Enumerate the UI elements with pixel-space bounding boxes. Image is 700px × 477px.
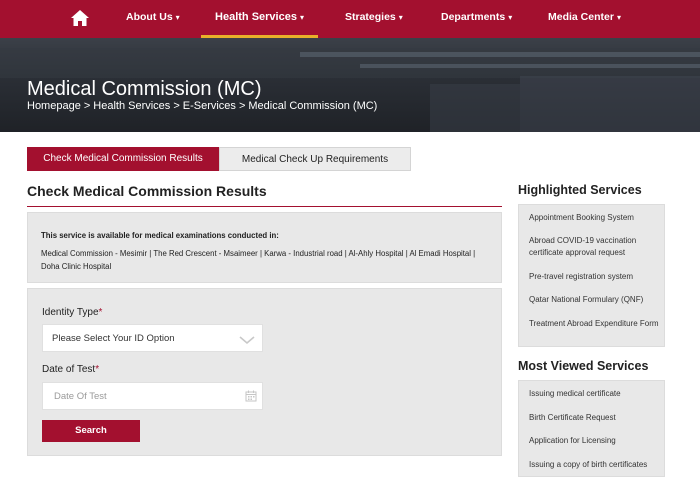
identity-type-label: Identity Type* [42, 307, 102, 318]
nav-item-health-services[interactable]: Health Services ▾ [201, 0, 318, 38]
highlighted-service-link[interactable]: Treatment Abroad Expenditure Form [529, 318, 659, 330]
chevron-down-icon: ▾ [616, 13, 621, 22]
identity-type-label-text: Identity Type [42, 307, 99, 318]
breadcrumb: Homepage > Health Services > E-Services > Medi… [27, 100, 377, 112]
chevron-down-icon: ▾ [175, 13, 180, 22]
breadcrumb-link-health-services[interactable]: Health Services [93, 100, 170, 112]
breadcrumb-current: Medical Commission (MC) [248, 100, 378, 112]
highlighted-services-list: Appointment Booking System Abroad COVID-… [518, 204, 665, 347]
highlighted-services-title: Highlighted Services [518, 183, 642, 197]
required-mark: * [98, 307, 103, 318]
chevron-down-icon: ▾ [508, 13, 513, 22]
nav-item-strategies[interactable]: Strategies ▾ [345, 0, 403, 38]
tab-check-results[interactable]: Check Medical Commission Results [27, 147, 219, 171]
breadcrumb-separator: > [173, 100, 180, 112]
section-title: Check Medical Commission Results [27, 183, 267, 199]
nav-label: About Us [126, 11, 173, 23]
breadcrumb-link-e-services[interactable]: E-Services [183, 100, 236, 112]
hero-banner: Medical Commission (MC) Homepage > Health … [0, 38, 700, 132]
nav-item-about-us[interactable]: About Us ▾ [126, 0, 180, 38]
breadcrumb-separator: > [238, 100, 246, 112]
highlighted-service-link[interactable]: Qatar National Formulary (QNF) [529, 294, 659, 306]
home-icon[interactable] [70, 9, 90, 27]
hero-decoration [430, 84, 520, 132]
most-viewed-service-link[interactable]: Birth Certificate Request [529, 412, 659, 424]
chevron-down-icon [239, 336, 255, 345]
nav-label: Strategies [345, 11, 396, 23]
nav-item-departments[interactable]: Departments ▾ [441, 0, 512, 38]
identity-type-select[interactable]: Please Select Your ID Option [42, 324, 263, 352]
hero-decoration [520, 76, 700, 132]
nav-item-media-center[interactable]: Media Center ▾ [548, 0, 621, 38]
calendar-icon[interactable] [245, 390, 257, 402]
top-nav: About Us ▾ Health Services ▾ Strategies ▾ D… [0, 0, 700, 38]
date-of-test-input[interactable] [42, 382, 263, 410]
info-panel: This service is available for medical ex… [27, 212, 502, 283]
nav-label: Media Center [548, 11, 614, 23]
nav-label: Health Services [215, 11, 297, 23]
date-of-test-label: Date of Test* [42, 364, 99, 375]
highlighted-service-link[interactable]: Pre-travel registration system [529, 271, 659, 283]
page-title: Medical Commission (MC) [27, 78, 262, 100]
highlighted-service-link[interactable]: Appointment Booking System [529, 212, 659, 224]
hero-decoration [360, 64, 700, 68]
chevron-down-icon: ▾ [398, 13, 403, 22]
most-viewed-services-title: Most Viewed Services [518, 359, 649, 373]
results-form: Identity Type* Please Select Your ID Opt… [27, 288, 502, 456]
info-heading: This service is available for medical ex… [41, 231, 279, 240]
most-viewed-services-list: Issuing medical certificate Birth Certif… [518, 380, 665, 477]
most-viewed-service-link[interactable]: Application for Licensing [529, 435, 659, 447]
required-mark: * [95, 364, 100, 375]
tab-check-up-requirements[interactable]: Medical Check Up Requirements [219, 147, 411, 171]
chevron-down-icon: ▾ [299, 13, 304, 22]
search-button[interactable]: Search [42, 420, 140, 442]
nav-label: Departments [441, 11, 506, 23]
section-divider [27, 206, 502, 207]
breadcrumb-separator: > [83, 100, 91, 112]
most-viewed-service-link[interactable]: Issuing a copy of birth certificates [529, 459, 659, 471]
breadcrumb-link-homepage[interactable]: Homepage [27, 100, 81, 112]
highlighted-service-link[interactable]: Abroad COVID-19 vaccination certificate … [529, 235, 659, 259]
date-of-test-label-text: Date of Test [42, 364, 96, 375]
identity-type-value: Please Select Your ID Option [52, 333, 175, 344]
hero-decoration [300, 52, 700, 57]
most-viewed-service-link[interactable]: Issuing medical certificate [529, 388, 659, 400]
info-locations: Medical Commission - Mesimir | The Red C… [41, 249, 476, 271]
